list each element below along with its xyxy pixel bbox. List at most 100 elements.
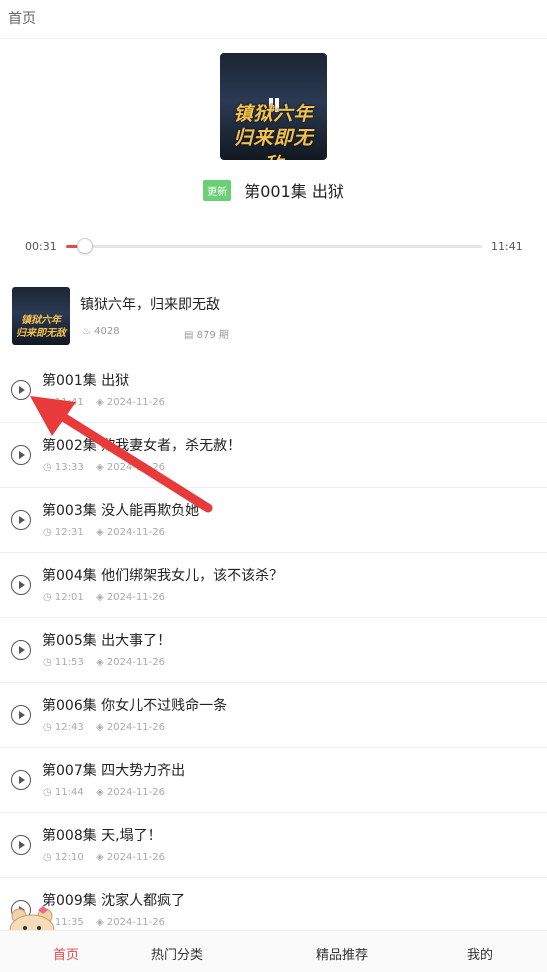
episode-title: 第002集 欺我妻女者，杀无赦！ (42, 438, 242, 454)
episode-list: 第001集 出狱 ◷ 11:41 ◈ 2024-11-26 第002集 欺我妻女… (0, 358, 547, 943)
clock-icon: ◷ (43, 462, 52, 473)
clock-icon: ◷ (43, 592, 52, 603)
page-title: 首页 (8, 11, 36, 27)
episode-duration: ◷ 11:53 (43, 657, 84, 668)
play-icon[interactable] (11, 640, 31, 660)
episode-title: 第007集 四大势力齐出 (42, 763, 186, 779)
calendar-icon: ◈ (96, 397, 104, 408)
calendar-icon: ◈ (96, 917, 104, 928)
episode-item[interactable]: 第008集 天,塌了！ ◷ 12:10 ◈ 2024-11-26 (0, 813, 547, 878)
bottom-tab-bar: 首页 热门分类 精品推荐 我的 (0, 930, 547, 972)
book-info[interactable]: 镇狱六年 归来即无敌 镇狱六年，归来即无敌 ♨ 4028 ▤ 879 期 (0, 282, 547, 350)
clock-icon: ◷ (43, 787, 52, 798)
episode-item[interactable]: 第002集 欺我妻女者，杀无赦！ ◷ 13:33 ◈ 2024-11-26 (0, 423, 547, 488)
tab-home[interactable]: 首页 (53, 944, 79, 963)
progress-bar[interactable] (66, 245, 482, 248)
clock-icon: ◷ (43, 397, 52, 408)
cover-title-line2: 归来即无敌 (233, 127, 314, 160)
book-episodes: ▤ 879 期 (184, 326, 229, 341)
clock-icon: ◷ (43, 657, 52, 668)
calendar-icon: ◈ (96, 852, 104, 863)
book-title: 镇狱六年，归来即无敌 (80, 297, 220, 313)
now-playing-title: 第001集 出狱 (244, 182, 344, 201)
date-text: 2024-11-26 (106, 462, 166, 473)
book-heat: ♨ 4028 (82, 326, 120, 337)
duration-text: 13:33 (54, 462, 84, 473)
play-icon[interactable] (11, 575, 31, 595)
episode-title: 第009集 沈家人都疯了 (42, 893, 186, 909)
duration-text: 11:53 (54, 657, 84, 668)
episode-date: ◈ 2024-11-26 (96, 787, 165, 798)
current-time: 00:31 (25, 240, 57, 253)
fire-icon: ♨ (82, 326, 91, 337)
duration-text: 11:44 (54, 787, 84, 798)
date-text: 2024-11-26 (106, 787, 166, 798)
episode-title: 第004集 他们绑架我女儿，该不该杀？ (42, 568, 284, 584)
clock-icon: ◷ (43, 852, 52, 863)
date-text: 2024-11-26 (106, 657, 166, 668)
total-time: 11:41 (491, 240, 523, 253)
play-icon[interactable] (11, 445, 31, 465)
duration-text: 12:01 (54, 592, 84, 603)
play-icon[interactable] (11, 380, 31, 400)
episode-duration: ◷ 13:33 (43, 462, 84, 473)
duration-text: 12:43 (54, 722, 84, 733)
episode-title: 第008集 天,塌了！ (42, 828, 162, 844)
update-badge: 更新 (203, 179, 232, 201)
episode-title: 第005集 出大事了！ (42, 633, 172, 649)
date-text: 2024-11-26 (106, 917, 166, 928)
episode-title: 第003集 没人能再欺负她 (42, 503, 200, 519)
episode-item[interactable]: 第004集 他们绑架我女儿，该不该杀？ ◷ 12:01 ◈ 2024-11-26 (0, 553, 547, 618)
date-text: 2024-11-26 (106, 527, 166, 538)
episode-item[interactable]: 第001集 出狱 ◷ 11:41 ◈ 2024-11-26 (0, 358, 547, 423)
episode-count: 879 期 (196, 330, 229, 341)
calendar-icon: ◈ (96, 462, 104, 473)
play-icon[interactable] (11, 835, 31, 855)
episode-duration: ◷ 11:44 (43, 787, 84, 798)
episode-item[interactable]: 第007集 四大势力齐出 ◷ 11:44 ◈ 2024-11-26 (0, 748, 547, 813)
clock-icon: ◷ (43, 527, 52, 538)
calendar-icon: ◈ (96, 787, 104, 798)
duration-text: 12:10 (54, 852, 84, 863)
clock-icon: ◷ (43, 722, 52, 733)
tab-hot-categories[interactable]: 热门分类 (151, 944, 203, 963)
episode-duration: ◷ 12:31 (43, 527, 84, 538)
cover-title-line1: 镇狱六年 (233, 103, 314, 125)
calendar-icon: ◈ (96, 527, 104, 538)
episode-title: 第001集 出狱 (42, 373, 130, 389)
episode-duration: ◷ 12:43 (43, 722, 84, 733)
date-text: 2024-11-26 (106, 397, 166, 408)
episode-date: ◈ 2024-11-26 (96, 397, 165, 408)
heat-count: 4028 (94, 326, 120, 337)
album-cover[interactable]: 镇狱六年 归来即无敌 (220, 53, 327, 160)
duration-text: 12:31 (54, 527, 84, 538)
episode-title: 第006集 你女儿不过贱命一条 (42, 698, 228, 714)
top-bar: 首页 (0, 0, 547, 39)
calendar-icon: ◈ (96, 592, 104, 603)
book-cover: 镇狱六年 归来即无敌 (12, 287, 70, 345)
calendar-icon: ◈ (96, 657, 104, 668)
episode-date: ◈ 2024-11-26 (96, 917, 165, 928)
episode-date: ◈ 2024-11-26 (96, 657, 165, 668)
episode-date: ◈ 2024-11-26 (96, 852, 165, 863)
episode-date: ◈ 2024-11-26 (96, 462, 165, 473)
episode-duration: ◷ 12:01 (43, 592, 84, 603)
calendar-icon: ◈ (96, 722, 104, 733)
book-cover-line2: 归来即无敌 (16, 328, 66, 339)
date-text: 2024-11-26 (106, 592, 166, 603)
episode-item[interactable]: 第003集 没人能再欺负她 ◷ 12:31 ◈ 2024-11-26 (0, 488, 547, 553)
episode-duration: ◷ 11:41 (43, 397, 84, 408)
episode-item[interactable]: 第005集 出大事了！ ◷ 11:53 ◈ 2024-11-26 (0, 618, 547, 683)
duration-text: 11:41 (54, 397, 84, 408)
list-icon: ▤ (184, 330, 194, 341)
play-icon[interactable] (11, 705, 31, 725)
tab-mine[interactable]: 我的 (467, 944, 493, 963)
duration-text: 11:35 (54, 917, 84, 928)
tab-featured[interactable]: 精品推荐 (316, 944, 368, 963)
episode-date: ◈ 2024-11-26 (96, 722, 165, 733)
date-text: 2024-11-26 (106, 722, 166, 733)
progress-knob[interactable] (77, 238, 94, 254)
play-icon[interactable] (11, 510, 31, 530)
play-icon[interactable] (11, 770, 31, 790)
episode-item[interactable]: 第006集 你女儿不过贱命一条 ◷ 12:43 ◈ 2024-11-26 (0, 683, 547, 748)
